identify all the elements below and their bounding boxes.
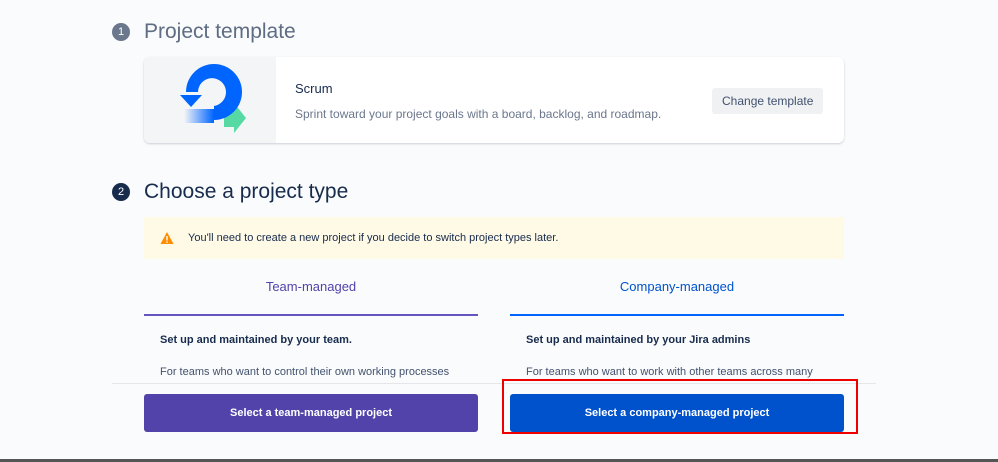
section-title: Choose a project type <box>144 180 349 203</box>
step-number: 2 <box>112 183 130 201</box>
step-project-template: 1 Project template <box>112 20 296 44</box>
template-description: Sprint toward your project goals with a … <box>295 107 662 121</box>
step-project-type: 2 Choose a project type <box>112 180 348 204</box>
template-name: Scrum <box>295 81 333 96</box>
company-description: For teams who want to work with other te… <box>526 366 813 378</box>
warning-icon <box>160 232 174 244</box>
scrum-icon <box>144 57 276 143</box>
warning-banner: You'll need to create a new project if y… <box>144 217 844 259</box>
warning-text: You'll need to create a new project if y… <box>188 232 559 244</box>
section-title: Project template <box>144 20 296 43</box>
tab-team-managed[interactable]: Team-managed <box>144 279 478 316</box>
team-subtitle: Set up and maintained by your team. <box>160 334 352 346</box>
company-subtitle: Set up and maintained by your Jira admin… <box>526 334 751 346</box>
team-description: For teams who want to control their own … <box>160 366 450 378</box>
select-company-managed-button[interactable]: Select a company-managed project <box>510 394 844 432</box>
step-number: 1 <box>112 23 130 41</box>
template-card: Scrum Sprint toward your project goals w… <box>144 57 844 143</box>
divider <box>112 383 876 384</box>
change-template-button[interactable]: Change template <box>712 88 824 114</box>
tab-company-managed[interactable]: Company-managed <box>510 279 844 316</box>
select-team-managed-button[interactable]: Select a team-managed project <box>144 394 478 432</box>
